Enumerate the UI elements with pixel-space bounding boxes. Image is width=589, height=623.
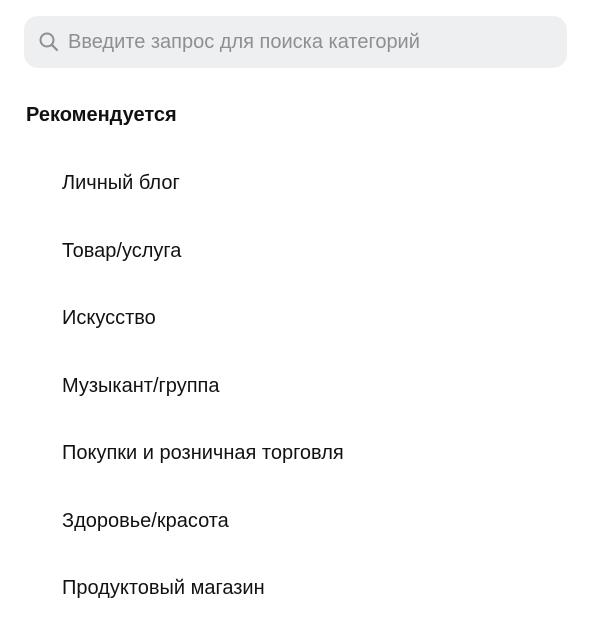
category-item-art[interactable]: Искусство [0, 285, 589, 353]
search-icon [36, 29, 62, 55]
category-item-grocery-store[interactable]: Продуктовый магазин [0, 555, 589, 623]
search-bar[interactable] [24, 16, 567, 68]
section-title-recommended: Рекомендуется [26, 104, 177, 126]
category-list: Личный блог Товар/услуга Искусство Музык… [0, 150, 589, 623]
category-item-health-beauty[interactable]: Здоровье/красота [0, 488, 589, 556]
search-input[interactable] [68, 16, 567, 68]
category-item-musician-band[interactable]: Музыкант/группа [0, 353, 589, 421]
category-item-personal-blog[interactable]: Личный блог [0, 150, 589, 218]
category-item-shopping-retail[interactable]: Покупки и розничная торговля [0, 420, 589, 488]
category-item-product-service[interactable]: Товар/услуга [0, 218, 589, 286]
